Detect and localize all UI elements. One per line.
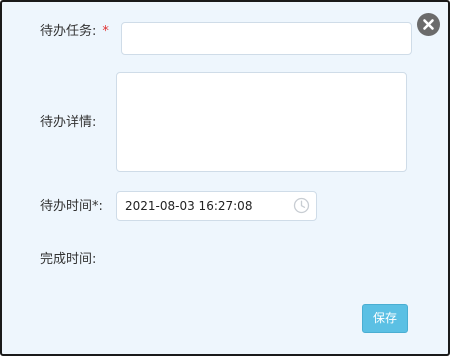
required-asterisk: * (102, 24, 109, 39)
time-label: 待办时间*: (40, 199, 103, 214)
task-label-row: 待办任务: * (40, 24, 109, 40)
clock-icon[interactable] (293, 197, 310, 214)
close-button[interactable] (417, 13, 440, 36)
detail-textarea[interactable] (116, 72, 407, 172)
task-input[interactable] (121, 22, 412, 55)
todo-dialog: 待办任务: * 待办详情: 待办时间*: 2021-08-03 16:27:08 … (0, 0, 450, 356)
detail-label: 待办详情: (40, 115, 97, 130)
save-button[interactable]: 保存 (362, 304, 408, 333)
task-label: 待办任务: (40, 24, 97, 39)
time-picker-input[interactable]: 2021-08-03 16:27:08 (116, 191, 317, 221)
done-time-label: 完成时间: (40, 252, 97, 267)
time-value: 2021-08-03 16:27:08 (125, 199, 253, 213)
close-icon (423, 19, 434, 30)
